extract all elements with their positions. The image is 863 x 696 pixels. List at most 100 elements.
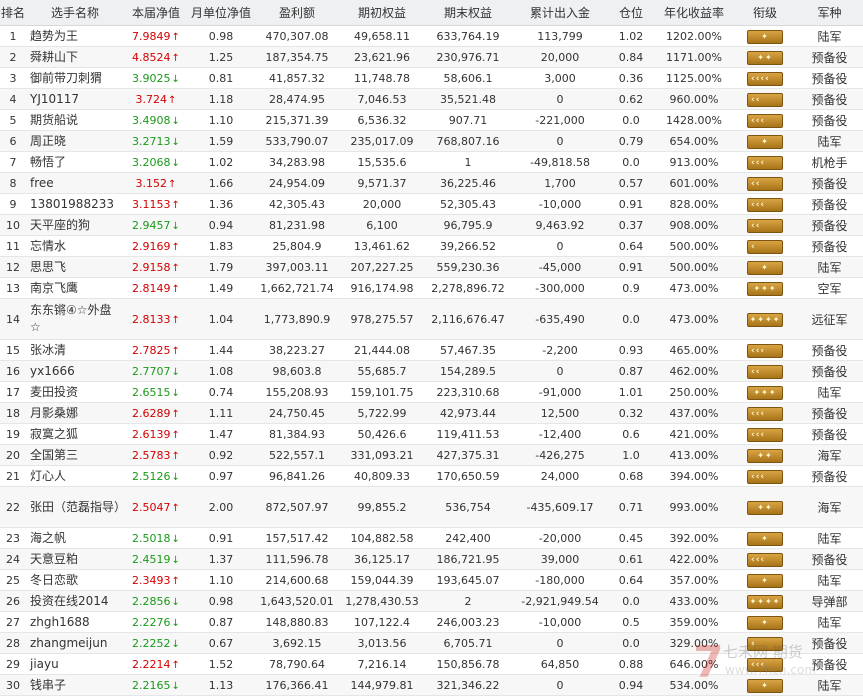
table-row[interactable]: 25 冬日恋歌 2.3493↑ 1.10 214,600.68 159,044.39 193… xyxy=(0,569,863,591)
table-row[interactable]: 23 海之帆 2.5018↓ 0.91 157,517.42 104,882.58 242,… xyxy=(0,527,863,549)
table-row[interactable]: 4 YJ10117 3.724↑ 1.18 28,474.95 7,046.53 35,52… xyxy=(0,88,863,110)
cell-player-name[interactable]: free xyxy=(26,172,124,194)
table-row[interactable]: 16 yx1666 2.7707↓ 1.08 98,603.8 55,685.7 154,2… xyxy=(0,360,863,382)
table-row[interactable]: 2 舜耕山下 4.8524↑ 1.25 187,354.75 23,621.96 230,9… xyxy=(0,46,863,68)
cell-military-rank: ‹‹‹ xyxy=(734,653,796,675)
cell-player-name[interactable]: 钱串子 xyxy=(26,674,124,696)
cell-player-name[interactable]: zhgh1688 xyxy=(26,611,124,633)
col-rank[interactable]: 排名 xyxy=(0,0,26,26)
cell-player-name[interactable]: 灯心人 xyxy=(26,465,124,487)
col-position[interactable]: 仓位 xyxy=(608,0,654,26)
col-military-rank[interactable]: 衔级 xyxy=(734,0,796,26)
col-profit[interactable]: 盈利额 xyxy=(254,0,340,26)
table-row[interactable]: 14 东东锵④☆外盘☆ 2.8133↑ 1.04 1,773,890.9 978,275.… xyxy=(0,298,863,340)
table-row[interactable]: 24 天意豆粕 2.4519↓ 1.37 111,596.78 36,125.17 186,… xyxy=(0,548,863,570)
cell-start-equity: 159,101.75 xyxy=(340,381,424,403)
col-branch[interactable]: 军种 xyxy=(796,0,863,26)
table-row[interactable]: 3 御前带刀刺猬 3.9025↓ 0.81 41,857.32 11,748.78 58,6… xyxy=(0,67,863,89)
arrow-down-icon: ↓ xyxy=(171,220,180,232)
cell-annual-return: 534.00% xyxy=(654,674,734,696)
cell-player-name[interactable]: 麦田投资 xyxy=(26,381,124,403)
cell-nav: 3.4908↓ xyxy=(124,109,188,131)
col-player-name[interactable]: 选手名称 xyxy=(26,0,124,26)
cell-military-rank: ✦ xyxy=(734,527,796,549)
table-row[interactable]: 28 zhangmeijun 2.2252↓ 0.67 3,692.15 3,013.56… xyxy=(0,632,863,654)
cell-branch: 预备役 xyxy=(796,172,863,194)
col-monthly-nav[interactable]: 月单位净值 xyxy=(188,0,254,26)
cell-player-name[interactable]: 13801988233 xyxy=(26,193,124,215)
cell-player-name[interactable]: 南京飞鹰 xyxy=(26,277,124,299)
cell-player-name[interactable]: 趋势为王 xyxy=(26,25,124,47)
table-row[interactable]: 7 畅悟了 3.2068↓ 1.02 34,283.98 15,535.6 1 -49,818… xyxy=(0,151,863,173)
table-row[interactable]: 29 jiayu 2.2214↑ 1.52 78,790.64 7,216.14 150,8… xyxy=(0,653,863,675)
cell-player-name[interactable]: YJ10117 xyxy=(26,88,124,110)
cell-branch: 预备役 xyxy=(796,214,863,236)
col-start-equity[interactable]: 期初权益 xyxy=(340,0,424,26)
cell-player-name[interactable]: 张田（范磊指导） xyxy=(26,486,124,528)
cell-end-equity: 2 xyxy=(424,590,512,612)
table-row[interactable]: 11 忘情水 2.9169↑ 1.83 25,804.9 13,461.62 39,266.… xyxy=(0,235,863,257)
table-row[interactable]: 12 思思飞 2.9158↑ 1.79 397,003.11 207,227.25 559,… xyxy=(0,256,863,278)
cell-profit: 81,231.98 xyxy=(254,214,340,236)
table-row[interactable]: 22 张田（范磊指导） 2.5047↑ 2.00 872,507.97 99,855.2 5… xyxy=(0,486,863,528)
cell-end-equity: 427,375.31 xyxy=(424,444,512,466)
table-row[interactable]: 17 麦田投资 2.6515↓ 0.74 155,208.93 159,101.75 223… xyxy=(0,381,863,403)
table-row[interactable]: 10 天平座的狗 2.9457↓ 0.94 81,231.98 6,100 96,795.9… xyxy=(0,214,863,236)
col-annual-return[interactable]: 年化收益率 xyxy=(654,0,734,26)
cell-profit: 215,371.39 xyxy=(254,109,340,131)
cell-player-name[interactable]: yx1666 xyxy=(26,360,124,382)
table-row[interactable]: 21 灯心人 2.5126↓ 0.97 96,841.26 40,809.33 170,65… xyxy=(0,465,863,487)
table-row[interactable]: 9 13801988233 3.1153↑ 1.36 42,305.43 20,000 52… xyxy=(0,193,863,215)
cell-branch: 预备役 xyxy=(796,632,863,654)
cell-player-name[interactable]: 冬日恋歌 xyxy=(26,569,124,591)
cell-player-name[interactable]: 天意豆粕 xyxy=(26,548,124,570)
table-row[interactable]: 6 周正晓 3.2713↓ 1.59 533,790.07 235,017.09 768,8… xyxy=(0,130,863,152)
cell-nav: 3.152↑ xyxy=(124,172,188,194)
table-row[interactable]: 26 投资在线2014 2.2856↓ 0.98 1,643,520.01 1,278,4… xyxy=(0,590,863,612)
table-row[interactable]: 18 月影桑娜 2.6289↑ 1.11 24,750.45 5,722.99 42,973… xyxy=(0,402,863,424)
table-row[interactable]: 19 寂寞之狐 2.6139↑ 1.47 81,384.93 50,426.6 119,41… xyxy=(0,423,863,445)
cell-position: 0.61 xyxy=(608,548,654,570)
table-row[interactable]: 20 全国第三 2.5783↑ 0.92 522,557.1 331,093.21 427,… xyxy=(0,444,863,466)
table-row[interactable]: 27 zhgh1688 2.2276↓ 0.87 148,880.83 107,122.4… xyxy=(0,611,863,633)
table-row[interactable]: 1 趋势为王 7.9849↑ 0.98 470,307.08 49,658.11 633,7… xyxy=(0,25,863,47)
cell-player-name[interactable]: 投资在线2014 xyxy=(26,590,124,612)
cell-annual-return: 500.00% xyxy=(654,256,734,278)
arrow-up-icon: ↑ xyxy=(171,575,180,587)
cell-player-name[interactable]: jiayu xyxy=(26,653,124,675)
table-row[interactable]: 13 南京飞鹰 2.8149↑ 1.49 1,662,721.74 916,174.98 2… xyxy=(0,277,863,299)
cell-rank: 17 xyxy=(0,381,26,403)
table-row[interactable]: 15 张冰清 2.7825↑ 1.44 38,223.27 21,444.08 57,467… xyxy=(0,339,863,361)
cell-player-name[interactable]: 海之帆 xyxy=(26,527,124,549)
star-rank-badge-icon: ✦ xyxy=(747,261,783,275)
cell-player-name[interactable]: 期货船说 xyxy=(26,109,124,131)
chevron-rank-badge-icon: ‹‹‹ xyxy=(747,114,783,128)
cell-player-name[interactable]: 月影桑娜 xyxy=(26,402,124,424)
cell-player-name[interactable]: 思思飞 xyxy=(26,256,124,278)
table-row[interactable]: 30 钱串子 2.2165↓ 1.13 176,366.41 144,979.81 321,… xyxy=(0,674,863,696)
cell-player-name[interactable]: 御前带刀刺猬 xyxy=(26,67,124,89)
col-net-flow[interactable]: 累计出入金 xyxy=(512,0,608,26)
cell-branch: 预备役 xyxy=(796,88,863,110)
table-row[interactable]: 8 free 3.152↑ 1.66 24,954.09 9,571.37 36,225.4… xyxy=(0,172,863,194)
cell-nav: 2.2252↓ xyxy=(124,632,188,654)
cell-player-name[interactable]: zhangmeijun xyxy=(26,632,124,654)
cell-position: 0.62 xyxy=(608,88,654,110)
cell-player-name[interactable]: 全国第三 xyxy=(26,444,124,466)
cell-player-name[interactable]: 忘情水 xyxy=(26,235,124,257)
table-row[interactable]: 5 期货船说 3.4908↓ 1.10 215,371.39 6,536.32 907.71… xyxy=(0,109,863,131)
header-row: 排名 选手名称 本届净值 月单位净值 盈利额 期初权益 期末权益 累计出入金 仓… xyxy=(0,0,863,26)
star-rank-badge-icon: ✦ xyxy=(747,135,783,149)
cell-player-name[interactable]: 寂寞之狐 xyxy=(26,423,124,445)
cell-player-name[interactable]: 天平座的狗 xyxy=(26,214,124,236)
cell-player-name[interactable]: 畅悟了 xyxy=(26,151,124,173)
cell-player-name[interactable]: 东东锵④☆外盘☆ xyxy=(26,298,124,340)
cell-monthly-nav: 1.04 xyxy=(188,298,254,340)
col-end-equity[interactable]: 期末权益 xyxy=(424,0,512,26)
cell-player-name[interactable]: 周正晓 xyxy=(26,130,124,152)
cell-player-name[interactable]: 张冰清 xyxy=(26,339,124,361)
cell-player-name[interactable]: 舜耕山下 xyxy=(26,46,124,68)
col-nav[interactable]: 本届净值 xyxy=(124,0,188,26)
cell-monthly-nav: 1.66 xyxy=(188,172,254,194)
cell-monthly-nav: 2.00 xyxy=(188,486,254,528)
